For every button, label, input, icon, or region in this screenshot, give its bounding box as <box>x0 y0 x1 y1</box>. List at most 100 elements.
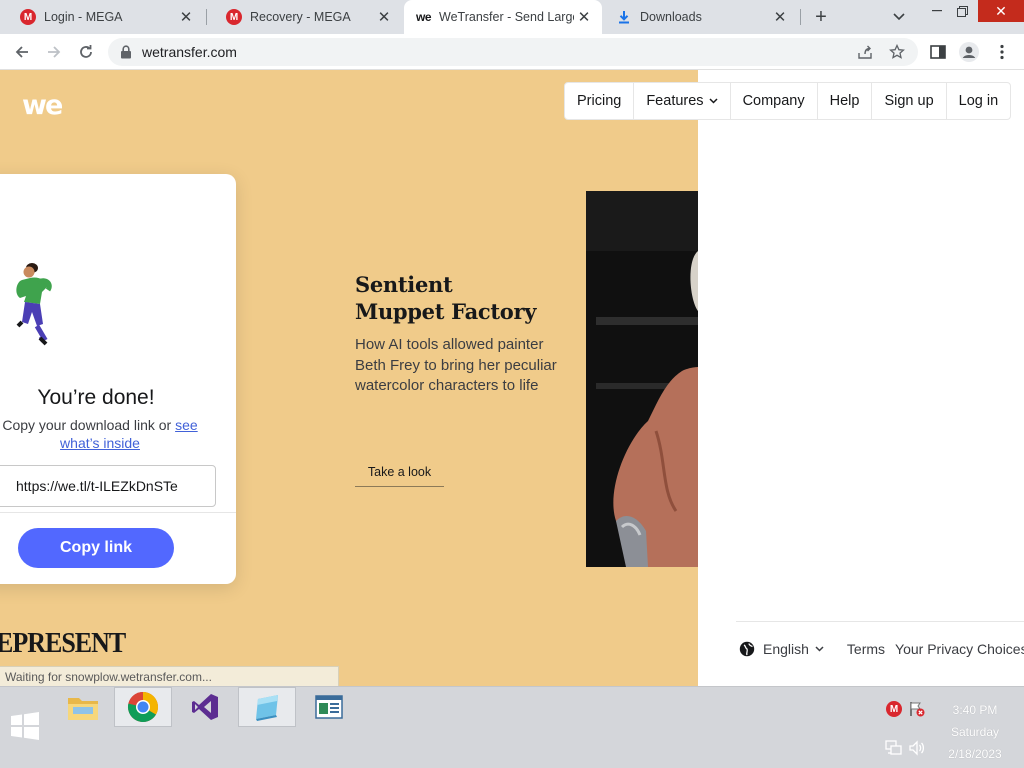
new-tab-button[interactable]: + <box>808 5 834 29</box>
close-icon[interactable]: ✕ <box>770 7 790 27</box>
tab-wetransfer[interactable]: we WeTransfer - Send Large ✕ <box>404 0 602 34</box>
star-icon <box>889 44 905 59</box>
address-bar[interactable]: wetransfer.com <box>108 38 918 66</box>
back-button[interactable] <box>8 38 36 66</box>
remote-desktop-app[interactable] <box>300 687 358 727</box>
svg-text:we: we <box>22 94 62 118</box>
folder-icon <box>68 698 98 720</box>
nav-signup[interactable]: Sign up <box>872 83 947 119</box>
browser-toolbar: wetransfer.com <box>0 34 1024 70</box>
reload-icon <box>80 45 92 58</box>
window-close-button[interactable]: ✕ <box>978 0 1024 22</box>
copy-link-button[interactable]: Copy link <box>18 528 174 568</box>
network-icon <box>885 740 902 755</box>
side-panel <box>698 70 1024 686</box>
mega-icon: M <box>886 701 902 717</box>
chevron-down-icon <box>893 13 905 21</box>
flag-warning-icon <box>910 702 925 717</box>
file-explorer-app[interactable] <box>54 687 112 727</box>
card-divider <box>0 512 236 513</box>
card-subtitle-text: Copy your download link or <box>2 417 172 433</box>
side-panel-button[interactable] <box>928 42 948 62</box>
tab-title: Recovery - MEGA <box>250 10 351 24</box>
ad-photo[interactable] <box>586 191 698 567</box>
ad-title-line-1: Sentient <box>355 272 453 297</box>
download-icon <box>619 11 629 24</box>
chrome-icon <box>127 692 159 723</box>
network-tray-icon[interactable] <box>885 739 903 757</box>
window-app-icon <box>315 695 343 719</box>
web-page: we Pricing Features Company Help Sign up… <box>0 70 1024 686</box>
transfer-complete-card: You’re done! Copy your download link or … <box>0 174 236 584</box>
language-selector[interactable]: English <box>763 641 824 657</box>
card-title: You’re done! <box>37 386 155 409</box>
forward-arrow-icon <box>48 46 61 58</box>
ad-title-line-2: Muppet Factory <box>355 299 537 324</box>
wetransfer-logo[interactable]: we <box>22 94 70 118</box>
tab-login-mega[interactable]: M Login - MEGA ✕ <box>0 0 206 34</box>
tab-separator <box>800 9 801 25</box>
volume-tray-icon[interactable] <box>908 739 926 757</box>
lock-icon <box>121 45 131 59</box>
close-icon[interactable]: ✕ <box>374 7 394 27</box>
windows-start-icon[interactable] <box>11 712 39 740</box>
nav-pricing[interactable]: Pricing <box>565 83 635 119</box>
kebab-menu-icon <box>1000 44 1004 60</box>
top-navigation: Pricing Features Company Help Sign up Lo… <box>564 82 1012 120</box>
minimize-button[interactable] <box>924 0 950 22</box>
close-icon[interactable]: ✕ <box>574 7 594 27</box>
chevron-down-icon <box>815 646 824 652</box>
privacy-choices-link[interactable]: Your Privacy Choices <box>895 641 1024 657</box>
clock-day: Saturday <box>950 725 1000 739</box>
mega-icon: M <box>226 9 242 25</box>
ad-description: How AI tools allowed painter Beth Frey t… <box>355 336 557 394</box>
take-a-look-link[interactable]: Take a look <box>355 458 444 487</box>
reload-button[interactable] <box>72 38 100 66</box>
share-icon <box>858 45 872 59</box>
nav-features-label: Features <box>646 93 704 109</box>
nav-company[interactable]: Company <box>731 83 818 119</box>
language-label: English <box>763 641 809 657</box>
clock-time: 3:40 PM <box>952 703 998 717</box>
nav-features[interactable]: Features <box>634 83 731 119</box>
restore-button[interactable] <box>949 0 975 22</box>
browser-menu-button[interactable] <box>992 42 1012 62</box>
url-text: wetransfer.com <box>142 44 237 60</box>
ad-title[interactable]: Sentient Muppet Factory <box>355 271 536 325</box>
card-subtitle: Copy your download link or see what’s in… <box>0 416 210 452</box>
status-bar: Waiting for snowplow.wetransfer.com... <box>0 666 339 686</box>
download-link-field[interactable]: https://we.tl/t-ILEZkDnSTe <box>0 465 216 507</box>
system-clock[interactable]: 3:40 PM Saturday 2/18/2023 <box>935 699 1015 765</box>
tab-title: WeTransfer - Send Large <box>439 10 574 24</box>
bookmark-button[interactable] <box>888 44 906 60</box>
profile-avatar-icon <box>959 42 979 62</box>
chrome-app[interactable] <box>114 687 172 727</box>
close-icon[interactable]: ✕ <box>176 7 196 27</box>
minimize-icon <box>932 10 942 12</box>
clock-date: 2/18/2023 <box>948 747 1002 761</box>
globe-icon <box>739 641 755 657</box>
chevron-down-icon <box>709 98 718 104</box>
wetransfer-icon: we <box>416 10 432 24</box>
speaker-icon <box>909 740 925 756</box>
notepad-app[interactable] <box>238 687 296 727</box>
back-arrow-icon <box>15 46 28 58</box>
restore-icon <box>956 5 968 17</box>
page-footer: English Terms Your Privacy Choices <box>739 641 1024 657</box>
visual-studio-app[interactable] <box>176 687 234 727</box>
tab-downloads[interactable]: Downloads ✕ <box>602 0 800 34</box>
nav-help[interactable]: Help <box>818 83 873 119</box>
notepad-icon <box>256 695 278 721</box>
profile-button[interactable] <box>959 42 979 62</box>
person-illustration <box>16 263 52 346</box>
terms-link[interactable]: Terms <box>847 641 885 657</box>
footer-divider <box>736 621 1024 622</box>
mega-tray-icon[interactable]: M <box>885 700 903 718</box>
share-button[interactable] <box>856 44 874 60</box>
forward-button[interactable] <box>40 38 68 66</box>
tab-search-button[interactable] <box>886 5 912 29</box>
tab-recovery-mega[interactable]: M Recovery - MEGA ✕ <box>206 0 404 34</box>
network-status-tray-icon[interactable] <box>908 700 926 718</box>
nav-login[interactable]: Log in <box>947 83 1011 119</box>
mega-icon: M <box>20 9 36 25</box>
